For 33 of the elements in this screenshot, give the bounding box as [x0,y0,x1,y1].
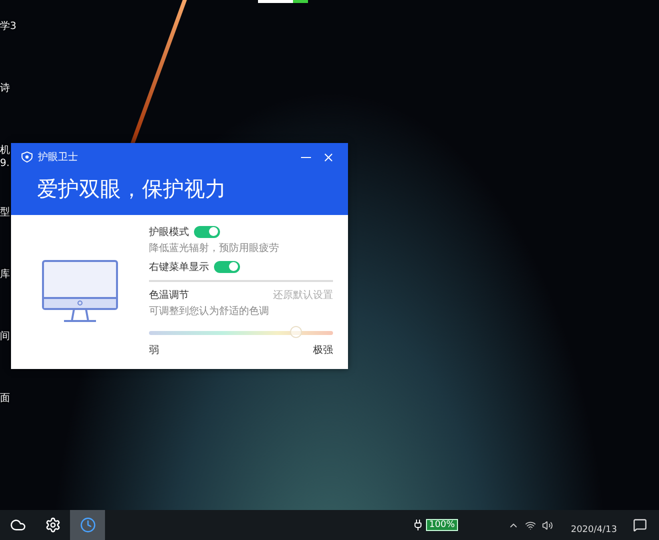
desktop-icon-label[interactable]: 机 [0,144,10,157]
setting-hint: 降低蓝光辐射，预防用眼疲劳 [149,242,280,255]
minimize-icon [301,156,311,158]
desktop-icon-label[interactable]: 学3 [0,20,16,33]
window-sliver [258,0,308,3]
toggle-switch[interactable] [194,226,220,238]
desktop-icon-label[interactable]: 间 [0,330,10,343]
setting-label: 护眼模式 [149,226,189,238]
desktop-icon-label[interactable]: 面 [0,392,10,405]
color-temperature-hint: 可调整到您认为舒适的色调 [149,304,270,318]
plug-icon [412,519,424,531]
desktop-icon-label[interactable]: 库 [0,268,10,281]
taskbar-date[interactable]: 2020/4/13 [570,525,617,535]
setting-label: 右键菜单显示 [149,260,209,274]
color-temperature-label: 色温调节 [149,288,189,302]
toggle-switch[interactable] [214,260,240,272]
close-icon [322,150,335,164]
desktop-icon-label[interactable]: 诗 [0,82,10,95]
notification-icon[interactable] [633,518,647,532]
cloud-icon [10,517,26,533]
slider-min-label: 弱 [149,344,159,357]
slider-max-label: 极强 [313,344,333,357]
eye-shield-icon [21,151,33,163]
window-title: 护眼卫士 [38,150,79,164]
desktop-icon-label[interactable]: 型 [0,206,10,219]
desktop-icon-label[interactable]: 9. [0,157,10,170]
speaker-icon[interactable] [542,520,553,530]
gear-icon [44,517,60,533]
slider-thumb[interactable] [290,326,302,338]
battery-indicator: 100% [426,519,458,531]
wifi-icon[interactable] [524,520,536,530]
headline: 爱护双眼，保护视力 [36,176,227,203]
clock-icon [80,517,96,533]
